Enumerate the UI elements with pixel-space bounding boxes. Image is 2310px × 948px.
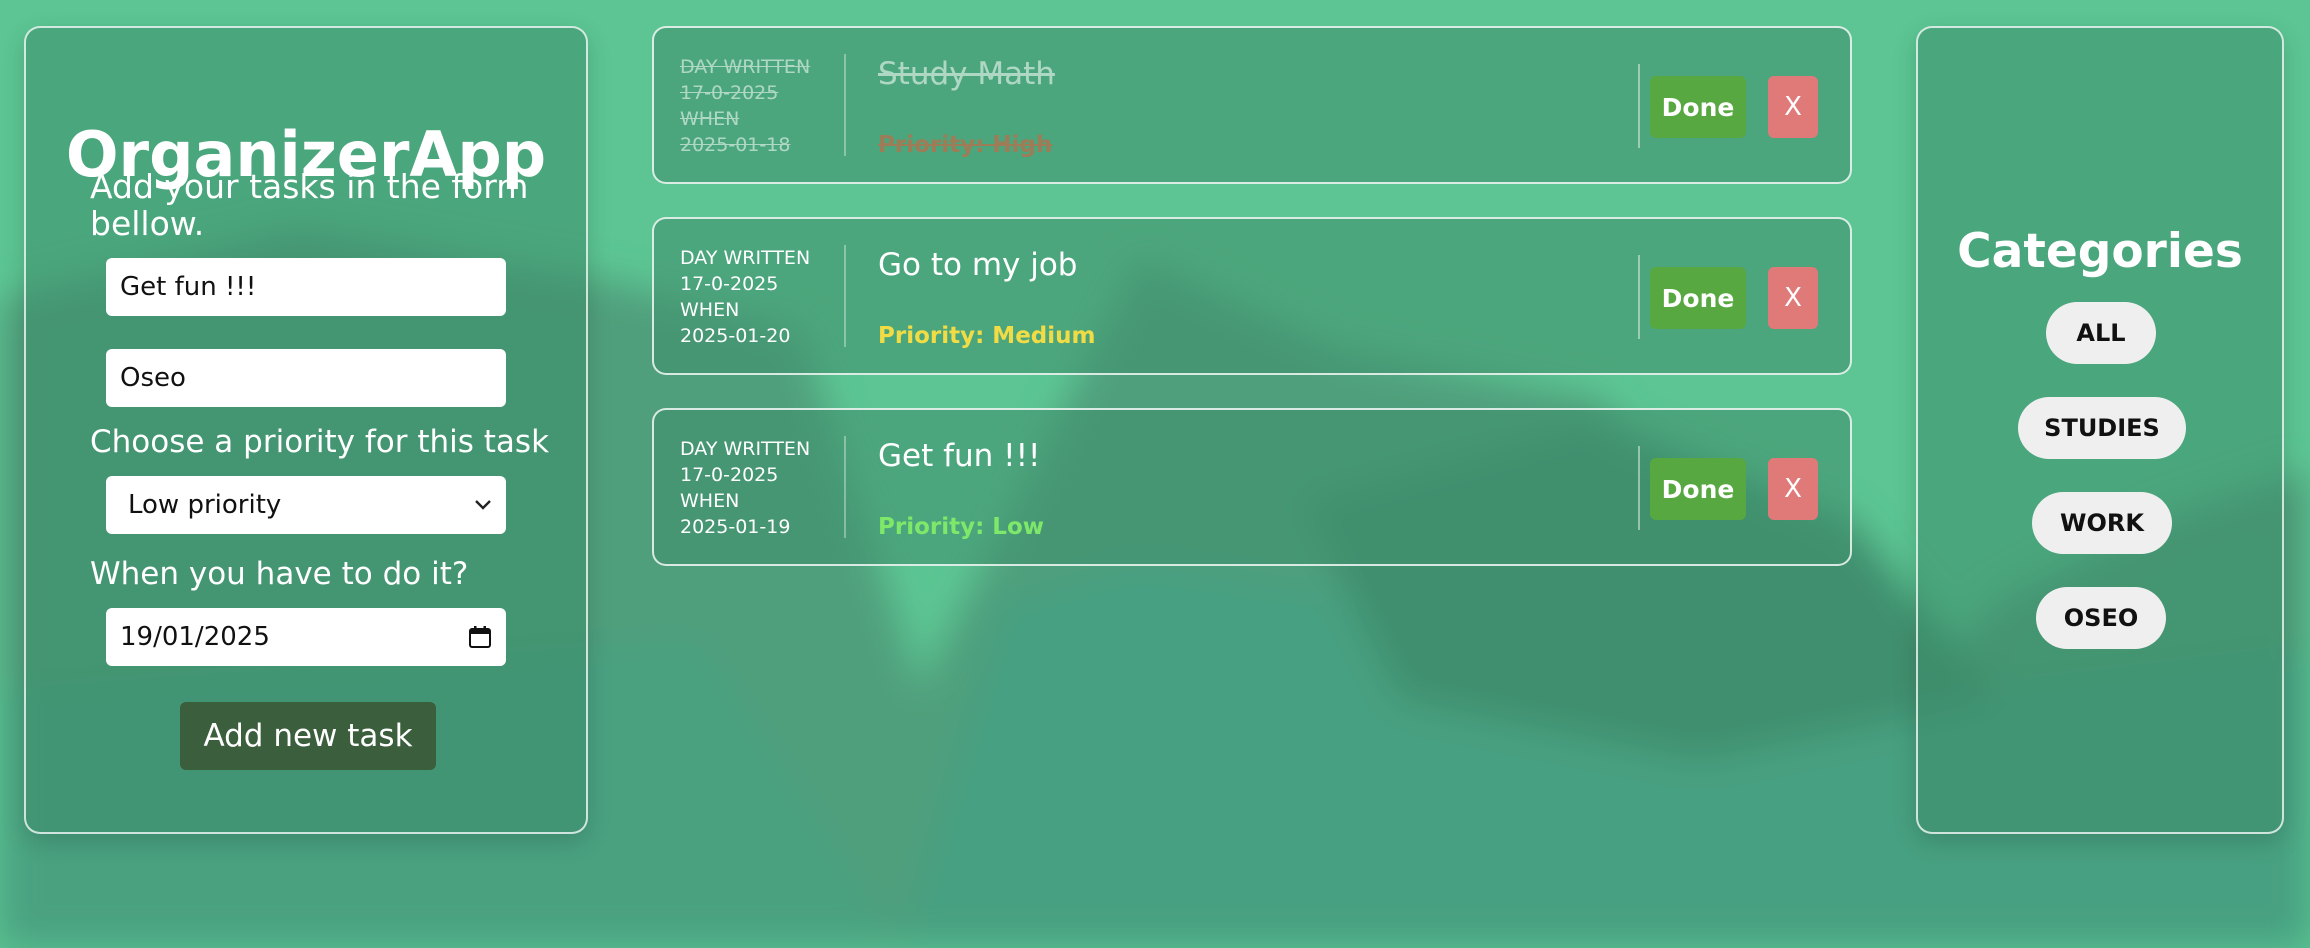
priority-label: Choose a priority for this task — [90, 424, 550, 460]
form-subtitle: Add your tasks in the form bellow. — [90, 167, 529, 243]
task-meta: DAY WRITTEN 17-0-2025 WHEN 2025-01-20 — [680, 245, 820, 349]
day-written-label: DAY WRITTEN — [680, 247, 811, 269]
when-value: 2025-01-18 — [680, 134, 791, 156]
date-label: When you have to do it? — [90, 556, 469, 592]
category-all-button[interactable]: ALL — [2046, 302, 2156, 364]
divider — [1638, 446, 1640, 530]
task-category-input[interactable]: Oseo — [106, 349, 506, 407]
delete-button[interactable]: X — [1768, 76, 1818, 138]
when-label: WHEN — [680, 299, 740, 321]
day-written-value: 17-0-2025 — [680, 82, 779, 104]
task-card: DAY WRITTEN 17-0-2025 WHEN 2025-01-20 Go… — [652, 217, 1852, 375]
categories-panel: Categories ALL STUDIES WORK OSEO — [1916, 26, 2284, 834]
task-title: Study Math — [878, 56, 1055, 92]
delete-button[interactable]: X — [1768, 267, 1818, 329]
task-meta: DAY WRITTEN 17-0-2025 WHEN 2025-01-18 — [680, 54, 820, 158]
priority-selected-value: Low priority — [128, 490, 282, 520]
done-button[interactable]: Done — [1650, 267, 1746, 329]
chevron-down-icon — [475, 500, 491, 510]
task-priority: Priority: Low — [878, 514, 1045, 540]
calendar-icon[interactable] — [468, 625, 492, 649]
day-written-label: DAY WRITTEN — [680, 56, 811, 78]
task-priority: Priority: Medium — [878, 323, 1096, 349]
divider — [844, 54, 846, 156]
delete-button[interactable]: X — [1768, 458, 1818, 520]
task-card: DAY WRITTEN 17-0-2025 WHEN 2025-01-18 St… — [652, 26, 1852, 184]
category-oseo-button[interactable]: OSEO — [2036, 587, 2166, 649]
categories-title: Categories — [1957, 224, 2243, 279]
divider — [844, 245, 846, 347]
date-value: 19/01/2025 — [120, 622, 270, 652]
done-button[interactable]: Done — [1650, 76, 1746, 138]
task-meta: DAY WRITTEN 17-0-2025 WHEN 2025-01-19 — [680, 436, 820, 540]
when-label: WHEN — [680, 108, 740, 130]
when-label: WHEN — [680, 490, 740, 512]
date-input[interactable]: 19/01/2025 — [106, 608, 506, 666]
task-form-panel: OrganizerApp Add your tasks in the form … — [24, 26, 588, 834]
task-title-input[interactable]: Get fun !!! — [106, 258, 506, 316]
priority-select[interactable]: Low priority — [106, 476, 506, 534]
category-work-button[interactable]: WORK — [2032, 492, 2172, 554]
done-button[interactable]: Done — [1650, 458, 1746, 520]
divider — [1638, 255, 1640, 339]
when-value: 2025-01-20 — [680, 325, 791, 347]
day-written-value: 17-0-2025 — [680, 464, 779, 486]
divider — [1638, 64, 1640, 148]
category-studies-button[interactable]: STUDIES — [2018, 397, 2186, 459]
day-written-value: 17-0-2025 — [680, 273, 779, 295]
task-title: Go to my job — [878, 247, 1078, 283]
task-title: Get fun !!! — [878, 438, 1041, 474]
add-task-button[interactable]: Add new task — [180, 702, 436, 770]
when-value: 2025-01-19 — [680, 516, 791, 538]
task-priority: Priority: High — [878, 132, 1053, 158]
divider — [844, 436, 846, 538]
task-card: DAY WRITTEN 17-0-2025 WHEN 2025-01-19 Ge… — [652, 408, 1852, 566]
day-written-label: DAY WRITTEN — [680, 438, 811, 460]
